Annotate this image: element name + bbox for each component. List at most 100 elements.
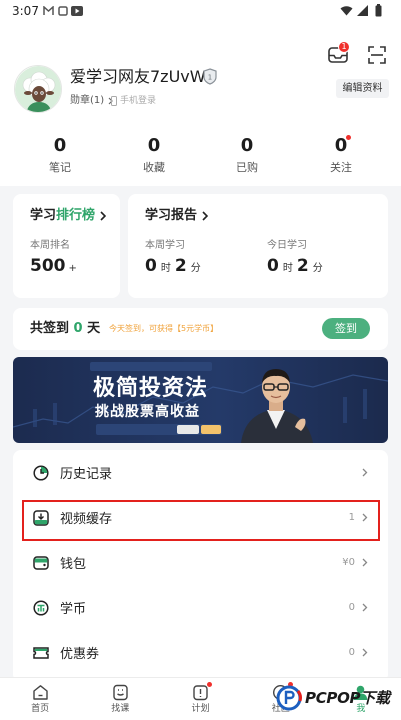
hour-unit: 时 — [160, 263, 171, 274]
stat-label: 收藏 — [143, 161, 165, 174]
menu-item-wallet[interactable]: 钱包 ¥0 — [13, 540, 388, 585]
scan-button[interactable] — [366, 44, 388, 66]
menu-item-history[interactable]: 历史记录 — [13, 450, 388, 495]
hours-value: 0 — [267, 256, 279, 276]
watermark-text: PCPOP下载 — [305, 688, 390, 707]
battery-icon — [375, 4, 382, 17]
stat-following[interactable]: 0 关注 — [294, 136, 388, 175]
minutes-value: 2 — [174, 256, 187, 276]
banner-presenter-illustration — [241, 369, 313, 443]
hour-unit: 时 — [282, 263, 293, 274]
ranking-title-prefix: 学习 — [30, 208, 57, 223]
promo-banner[interactable]: 极简投资法 挑战股票高收益 — [13, 357, 388, 443]
checkin-summary: 共签到 0 天 — [30, 321, 100, 337]
menu-item-value: ¥0 — [342, 557, 355, 568]
status-time: 3:07 — [12, 4, 39, 18]
chevron-right-container — [362, 558, 368, 567]
report-card[interactable]: 学习报告 本周学习 0时2分 今日学习 0时2分 — [128, 194, 388, 298]
chevron-right-icon — [202, 211, 209, 221]
menu-item-value: 0 — [348, 647, 355, 658]
stat-value: 0 — [53, 135, 67, 156]
chevron-right-icon — [362, 603, 368, 612]
following-red-dot — [346, 135, 351, 140]
checkin-card: 共签到 0 天 今天签到，可获得【5元学币】 签到 — [13, 308, 388, 350]
chevron-right-container — [362, 468, 368, 477]
status-bar: 3:07 — [0, 0, 401, 22]
medal-label: 勋章(1) — [70, 95, 105, 106]
medal-link[interactable]: 勋章(1) — [70, 95, 114, 106]
chevron-right-icon — [362, 558, 368, 567]
coupon-icon — [33, 646, 49, 659]
checkin-hint: 今天签到，可获得【5元学币】 — [109, 324, 219, 333]
minutes-value: 2 — [296, 256, 309, 276]
highlight-box — [22, 500, 380, 541]
video-notification-icon — [71, 6, 83, 16]
minute-unit: 分 — [190, 263, 201, 274]
ranking-number: 500 — [30, 256, 66, 276]
stat-value: 0 — [147, 135, 161, 156]
checkin-days: 0 — [73, 321, 83, 336]
banner-title: 极简投资法 — [93, 376, 209, 401]
edit-profile-button[interactable]: 编辑资料 — [336, 79, 389, 98]
checkin-suffix: 天 — [87, 321, 101, 336]
today-study-value: 0时2分 — [267, 256, 327, 279]
stat-label: 关注 — [330, 161, 352, 174]
ranking-label: 本周排名 — [30, 240, 70, 251]
username: 爱学习网友7zUvW — [70, 67, 206, 86]
nav-label: 找课 — [111, 704, 130, 714]
chevron-right-icon — [362, 648, 368, 657]
ranking-title: 学习 排行榜 — [30, 208, 107, 224]
history-icon — [33, 464, 49, 481]
menu-item-label: 历史记录 — [60, 467, 113, 482]
avatar[interactable] — [14, 65, 62, 113]
scan-icon — [368, 46, 386, 64]
chevron-right-icon — [100, 211, 107, 221]
ranking-value: 500 + — [30, 256, 81, 279]
pcpop-watermark: PCPOP下载 — [276, 681, 398, 715]
menu-item-label: 学币 — [60, 602, 87, 617]
menu-item-coins[interactable]: 学币 0 — [13, 585, 388, 630]
week-study-label: 本周学习 — [145, 240, 185, 251]
coin-icon — [33, 599, 49, 616]
svg-text:1: 1 — [208, 74, 212, 82]
hours-value: 0 — [145, 256, 157, 276]
signal-icon — [357, 5, 368, 16]
nav-home[interactable]: 首页 — [0, 678, 80, 720]
stat-label: 已购 — [236, 161, 258, 174]
ranking-suffix: + — [68, 263, 77, 274]
stat-label: 笔记 — [49, 161, 71, 174]
avatar-sheep-icon — [15, 66, 61, 112]
minute-unit: 分 — [312, 263, 323, 274]
stat-purchased[interactable]: 0 已购 — [200, 136, 294, 175]
menu-item-value: 0 — [348, 602, 355, 613]
stat-value: 0 — [240, 135, 254, 156]
ranking-title-highlight: 排行榜 — [56, 208, 96, 223]
nav-label: 首页 — [31, 704, 50, 714]
chevron-right-icon — [362, 468, 368, 477]
nav-plan[interactable]: 计划 — [160, 678, 240, 720]
menu-item-coupons[interactable]: 优惠券 0 — [13, 630, 388, 675]
chevron-right-container — [362, 603, 368, 612]
plan-red-dot — [207, 682, 213, 687]
message-button[interactable]: 1 — [326, 41, 350, 66]
stat-value: 0 — [334, 135, 348, 156]
menu-card: 历史记录 视频缓存 1 钱包 ¥0 学币 0 优惠券 0 — [13, 450, 388, 682]
banner-subtitle: 挑战股票高收益 — [95, 404, 200, 420]
checkin-button[interactable]: 签到 — [322, 318, 370, 339]
stat-notes[interactable]: 0 笔记 — [13, 136, 107, 175]
home-icon — [32, 685, 48, 700]
nav-find-course[interactable]: 找课 — [80, 678, 160, 720]
level-shield-icon: 1 — [203, 68, 217, 85]
find-course-icon — [113, 684, 128, 701]
checkin-prefix: 共签到 — [30, 321, 70, 336]
today-study-label: 今日学习 — [267, 240, 307, 251]
wallet-icon — [33, 555, 49, 570]
plan-icon — [193, 685, 208, 701]
message-badge: 1 — [338, 41, 350, 53]
ranking-card[interactable]: 学习 排行榜 本周排名 500 + — [13, 194, 120, 298]
menu-item-label: 优惠券 — [60, 647, 100, 662]
week-study-value: 0时2分 — [145, 256, 205, 279]
stat-favorites[interactable]: 0 收藏 — [107, 136, 201, 175]
menu-item-label: 钱包 — [60, 557, 87, 572]
report-title: 学习报告 — [145, 208, 209, 224]
